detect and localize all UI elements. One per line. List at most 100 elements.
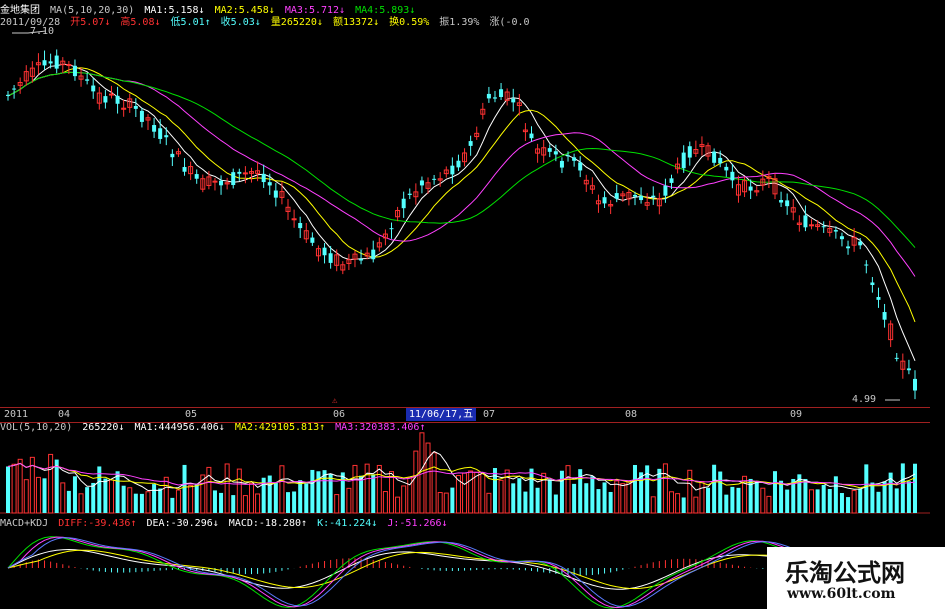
watermark-url: www.60lt.com <box>787 586 896 602</box>
volume-bar <box>486 492 492 514</box>
volume-bar <box>760 487 766 514</box>
volume-bar <box>687 469 693 514</box>
volume-bar <box>736 487 741 513</box>
candle-body <box>553 151 558 155</box>
volume-bar <box>194 483 199 513</box>
volume-bar <box>699 481 705 514</box>
stock-chart-window: { "header": { "stock_name": "金地集团", "ma_… <box>0 0 945 609</box>
volume-bar <box>298 480 303 513</box>
axis-year: 2011 <box>4 409 29 420</box>
volume-bar <box>620 483 626 514</box>
volume-bar <box>858 488 863 513</box>
candle-body <box>158 128 163 139</box>
volume-bar <box>242 495 248 514</box>
volume-bar <box>675 493 681 514</box>
volume-bar <box>310 469 315 513</box>
candle-body <box>864 264 869 266</box>
volume-bar <box>480 473 486 514</box>
candle-body <box>833 230 838 232</box>
volume-bar <box>127 487 133 514</box>
candle-body <box>876 297 881 300</box>
candle-body <box>42 60 47 66</box>
volume-bar <box>517 478 522 513</box>
volume-bar <box>6 466 10 513</box>
volume-bar <box>182 464 187 513</box>
volume-bar <box>529 468 534 513</box>
volume-bar <box>754 480 759 513</box>
volume-bar <box>681 497 686 513</box>
axis-month-06: 06 <box>333 409 346 420</box>
candle-body <box>718 157 723 164</box>
volume-bar <box>584 483 589 513</box>
ma30-line <box>7 71 916 248</box>
volume-bar <box>614 480 620 514</box>
candle-body <box>72 65 77 77</box>
volume-bar <box>340 472 345 513</box>
candle-body <box>12 88 17 90</box>
volume-ma5-line <box>7 450 916 492</box>
candle-body <box>559 160 564 168</box>
volume-bar <box>304 483 309 513</box>
volume-bar <box>248 482 254 514</box>
candle-body <box>572 157 577 161</box>
volume-bar <box>876 491 881 513</box>
selected-date[interactable]: 11/06/17,五 <box>406 408 477 421</box>
volume-bar <box>85 487 90 513</box>
volume-bar <box>286 492 291 513</box>
volume-bar <box>626 481 632 514</box>
volume-bar <box>864 464 869 513</box>
low-price-marker: 4.99 <box>852 394 877 405</box>
candle-body <box>310 237 315 243</box>
candle-body <box>614 193 619 199</box>
volume-bar <box>498 479 504 514</box>
candle-body <box>66 64 72 67</box>
volume-bar <box>267 475 272 513</box>
candle-body <box>882 312 887 320</box>
candle-body <box>371 249 376 260</box>
volume-bar <box>212 490 217 513</box>
candle-body <box>529 133 534 139</box>
volume-bar <box>42 478 47 513</box>
volume-bar <box>54 459 59 513</box>
axis-month-04: 04 <box>58 409 71 420</box>
candle-body <box>730 171 735 181</box>
volume-bar <box>401 485 407 514</box>
candle-body <box>231 172 236 186</box>
candle-body <box>48 61 53 64</box>
candlestick-chart[interactable] <box>0 0 945 410</box>
volume-bar <box>413 450 419 514</box>
volume-bar <box>730 486 735 513</box>
volume-bar <box>632 464 637 513</box>
candle-body <box>6 94 10 96</box>
candle-body <box>407 193 412 195</box>
candle-body <box>748 186 753 191</box>
volume-bar <box>273 482 278 513</box>
volume-bar <box>328 473 333 513</box>
volume-bar <box>547 479 552 513</box>
volume-bar <box>645 465 650 513</box>
volume-bar <box>346 487 352 514</box>
candle-body <box>298 223 303 229</box>
volume-bar <box>236 468 242 514</box>
volume-bar <box>900 463 905 513</box>
volume-chart[interactable] <box>0 421 945 514</box>
candle-body <box>511 98 516 103</box>
candle-body <box>779 200 784 203</box>
candle-body <box>103 96 108 103</box>
volume-bar <box>565 465 571 514</box>
volume-bar <box>639 472 644 513</box>
volume-bar <box>145 491 151 514</box>
volume-bar <box>352 464 358 514</box>
volume-bar <box>712 464 717 513</box>
candle-body <box>401 198 406 209</box>
candle-body <box>419 180 424 186</box>
volume-bar <box>468 470 474 514</box>
candle-body <box>566 155 571 157</box>
volume-bar <box>657 468 662 513</box>
volume-bar <box>827 489 832 513</box>
volume-bar <box>553 494 558 513</box>
volume-bar <box>48 453 54 514</box>
candle-body <box>456 160 461 168</box>
volume-bar <box>231 495 236 513</box>
candle-body <box>681 152 686 169</box>
